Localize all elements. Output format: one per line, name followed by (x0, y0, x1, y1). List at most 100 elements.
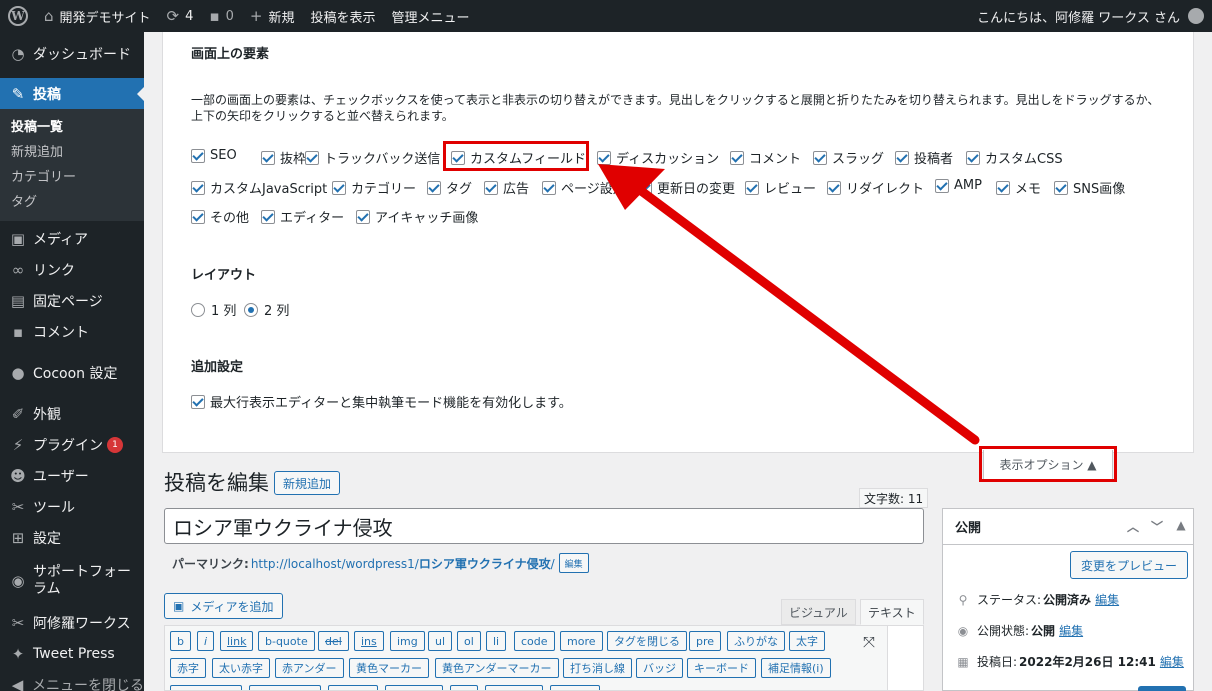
checkbox-amp[interactable]: AMP (935, 178, 982, 193)
menu-posts[interactable]: ✎ 投稿 (0, 78, 144, 109)
qt-italic[interactable]: i (197, 631, 215, 651)
checkbox-trackback[interactable]: トラックバック送信 (305, 148, 440, 167)
qt-ol[interactable]: ol (457, 631, 481, 651)
submenu-tags[interactable]: タグ (0, 190, 144, 215)
checkbox-custom-css[interactable]: カスタムCSS (966, 148, 1063, 167)
date-edit-link[interactable]: 編集 (1160, 653, 1184, 670)
checkbox-ads[interactable]: 広告 (484, 178, 529, 197)
submenu-categories[interactable]: カテゴリー (0, 165, 144, 190)
permalink-url[interactable]: http://localhost/wordpress1/ロシア軍ウクライナ侵攻/ (251, 555, 555, 572)
checkbox-box[interactable] (935, 178, 949, 193)
tab-visual[interactable]: ビジュアル (781, 599, 856, 625)
qt-row3-g[interactable] (550, 685, 600, 690)
menu-comments[interactable]: ▪ コメント (0, 316, 144, 347)
checkbox-review[interactable]: レビュー (745, 178, 816, 197)
site-name-link[interactable]: ⌂ 開発デモサイト (36, 0, 159, 32)
tab-text[interactable]: テキスト (860, 599, 924, 625)
checkbox-box[interactable] (1054, 180, 1068, 195)
qt-strikethrough[interactable]: 打ち消し線 (563, 658, 632, 678)
qt-yellow-marker[interactable]: 黄色マーカー (349, 658, 429, 678)
qt-row3-b[interactable] (249, 685, 321, 690)
new-content-link[interactable]: + 新規 (242, 0, 303, 32)
checkbox-box[interactable] (261, 150, 275, 165)
checkbox-page-settings[interactable]: ページ設定 (542, 178, 626, 197)
preview-changes-button[interactable]: 変更をプレビュー (1070, 551, 1189, 579)
qt-code[interactable]: code (514, 631, 555, 651)
menu-cocoon[interactable]: ● Cocoon 設定 (0, 357, 144, 388)
radio-1-column[interactable]: 1 列 (191, 300, 236, 319)
checkbox-box[interactable] (730, 150, 744, 165)
qt-row3-a[interactable] (170, 685, 242, 690)
menu-tools[interactable]: ✂ ツール (0, 491, 144, 522)
qt-li[interactable]: li (486, 631, 507, 651)
chevron-up-icon[interactable]: ︿ (1121, 518, 1145, 535)
menu-tweetpress[interactable]: ✦ Tweet Press (0, 638, 144, 669)
submenu-add-new[interactable]: 新規追加 (0, 140, 144, 165)
permalink-edit-button[interactable]: 編集 (558, 553, 589, 573)
checkbox-category[interactable]: カテゴリー (332, 178, 416, 197)
qt-ins[interactable]: ins (354, 631, 384, 651)
checkbox-box[interactable] (542, 180, 556, 195)
checkbox-box[interactable] (996, 180, 1010, 195)
checkbox-box[interactable] (332, 180, 346, 195)
checkbox-box[interactable] (966, 150, 980, 165)
qt-bold[interactable]: b (170, 631, 191, 651)
qt-row3-c[interactable] (328, 685, 378, 690)
qt-more[interactable]: more (560, 631, 603, 651)
menu-users[interactable]: ☻ ユーザー (0, 460, 144, 491)
checkbox-editor-expand[interactable]: 最大行表示エディターと集中執筆モード機能を有効化します。 (191, 392, 572, 411)
updates-link[interactable]: ⟳ 4 (159, 0, 202, 32)
checkbox-redirect[interactable]: リダイレクト (827, 178, 924, 197)
checkbox-box[interactable] (191, 209, 205, 224)
checkbox-box[interactable] (261, 209, 275, 224)
add-media-button[interactable]: ▣ メディアを追加 (164, 593, 283, 619)
qt-ruby[interactable]: ふりがな (727, 631, 785, 651)
view-post-link[interactable]: 投稿を表示 (302, 0, 383, 32)
checkbox-box[interactable] (305, 150, 319, 165)
checkbox-box[interactable] (597, 150, 611, 165)
menu-plugins[interactable]: ⚡ プラグイン 1 (0, 429, 144, 460)
qt-row3-e[interactable] (450, 685, 478, 690)
my-account[interactable]: こんにちは、阿修羅 ワークス さん (977, 7, 1212, 26)
checkbox-box[interactable] (451, 150, 465, 165)
menu-settings[interactable]: ⊞ 設定 (0, 522, 144, 553)
checkbox-sns-image[interactable]: SNS画像 (1054, 178, 1125, 197)
update-button[interactable] (1138, 686, 1186, 691)
checkbox-other[interactable]: その他 (191, 207, 249, 226)
qt-bold-red[interactable]: 太い赤字 (212, 658, 270, 678)
checkbox-box[interactable] (895, 150, 909, 165)
checkbox-box[interactable] (356, 209, 370, 224)
qt-keyboard[interactable]: キーボード (687, 658, 756, 678)
checkbox-seo[interactable]: SEO (191, 148, 237, 163)
checkbox-eyecatch[interactable]: アイキャッチ画像 (356, 207, 478, 226)
add-new-button[interactable]: 新規追加 (274, 471, 341, 495)
radio-circle[interactable] (191, 302, 205, 317)
wordpress-logo[interactable]: W (0, 0, 36, 32)
checkbox-comments[interactable]: コメント (730, 148, 801, 167)
checkbox-box[interactable] (813, 150, 827, 165)
fullscreen-icon[interactable]: ⤧ (863, 633, 875, 651)
qt-row3-d[interactable] (385, 685, 443, 690)
checkbox-box[interactable] (638, 180, 652, 195)
comments-link[interactable]: ▪ 0 (201, 0, 241, 32)
checkbox-box[interactable] (427, 180, 441, 195)
qt-del[interactable]: del (318, 631, 349, 651)
checkbox-box[interactable] (191, 394, 205, 409)
menu-collapse[interactable]: ◀ メニューを閉じる (0, 669, 144, 691)
qt-ul[interactable]: ul (428, 631, 453, 651)
qt-red[interactable]: 赤字 (170, 658, 206, 678)
status-edit-link[interactable]: 編集 (1095, 591, 1119, 608)
qt-img[interactable]: img (390, 631, 425, 651)
menu-pages[interactable]: ▤ 固定ページ (0, 285, 144, 316)
radio-circle[interactable] (244, 302, 258, 317)
checkbox-custom-fields[interactable]: カスタムフィールド (451, 148, 586, 167)
qt-info[interactable]: 補足情報(i) (761, 658, 831, 678)
admin-menu-link[interactable]: 管理メニュー (383, 0, 477, 32)
menu-dashboard[interactable]: ◔ ダッシュボード (0, 38, 144, 69)
qt-close-tags[interactable]: タグを閉じる (607, 631, 687, 651)
toggle-arrow-icon[interactable]: ▲ (1169, 518, 1193, 535)
menu-ashura[interactable]: ✂ 阿修羅ワークス (0, 607, 144, 638)
checkbox-custom-js[interactable]: カスタムJavaScript (191, 178, 327, 197)
qt-pre[interactable]: pre (689, 631, 722, 651)
qt-b-quote[interactable]: b-quote (258, 631, 315, 651)
